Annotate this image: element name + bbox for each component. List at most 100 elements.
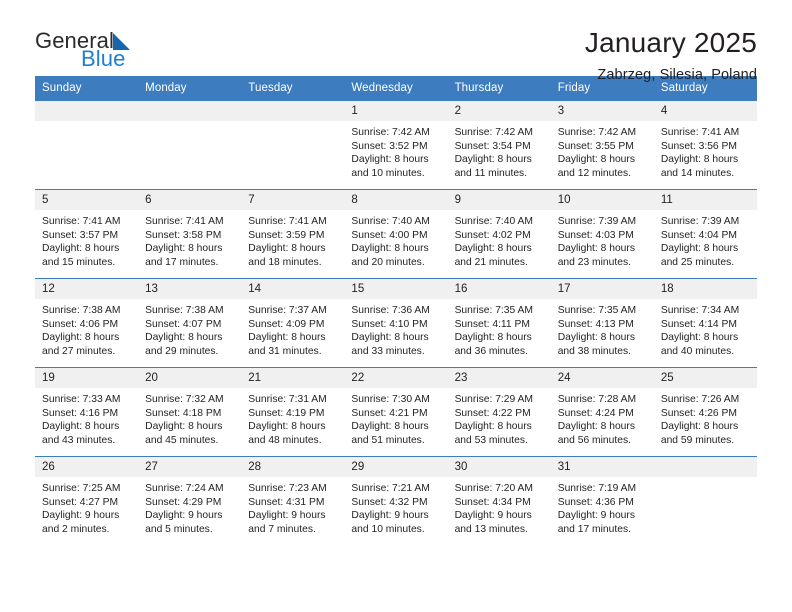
- day-details: Sunrise: 7:26 AM Sunset: 4:26 PM Daylight:…: [654, 388, 757, 447]
- calendar-day-cell[interactable]: 28 Sunrise: 7:23 AM Sunset: 4:31 PM Dayligh…: [241, 456, 345, 546]
- day-details: Sunrise: 7:36 AM Sunset: 4:10 PM Daylight:…: [344, 299, 447, 358]
- calendar-day-cell[interactable]: 7 Sunrise: 7:41 AM Sunset: 3:59 PM Daylight…: [241, 189, 345, 279]
- day-number: 2: [447, 101, 551, 121]
- daylight-text-line2: and 18 minutes.: [248, 256, 322, 268]
- calendar-day-cell[interactable]: 30 Sunrise: 7:20 AM Sunset: 4:34 PM Dayligh…: [447, 456, 551, 546]
- day-number: 6: [138, 190, 242, 210]
- daylight-text-line1: Daylight: 9 hours: [42, 510, 120, 522]
- day-number: 18: [653, 279, 757, 299]
- calendar-day-cell[interactable]: 3 Sunrise: 7:42 AM Sunset: 3:55 PM Daylight…: [550, 100, 654, 190]
- sunrise-text: Sunrise: 7:25 AM: [42, 483, 121, 494]
- sunrise-text: Sunrise: 7:42 AM: [557, 127, 637, 138]
- sunset-text: Sunset: 4:24 PM: [557, 407, 634, 419]
- daylight-text-line1: Daylight: 8 hours: [454, 243, 532, 255]
- daylight-text-line1: Daylight: 9 hours: [557, 510, 635, 522]
- sunset-text: Sunset: 4:26 PM: [660, 407, 737, 419]
- weekday-header-monday: Monday: [138, 76, 242, 101]
- calendar-day-cell[interactable]: 16 Sunrise: 7:35 AM Sunset: 4:11 PM Dayligh…: [447, 278, 551, 368]
- daylight-text-line1: Daylight: 8 hours: [145, 243, 223, 255]
- daylight-text-line2: and 43 minutes.: [42, 434, 116, 446]
- calendar-day-cell[interactable]: 4 Sunrise: 7:41 AM Sunset: 3:56 PM Daylight…: [653, 100, 757, 190]
- sunrise-text: Sunrise: 7:24 AM: [145, 483, 224, 494]
- calendar-day-cell[interactable]: 27 Sunrise: 7:24 AM Sunset: 4:29 PM Dayligh…: [138, 456, 242, 546]
- daylight-text-line1: Daylight: 8 hours: [660, 332, 739, 344]
- calendar-day-cell[interactable]: 20 Sunrise: 7:32 AM Sunset: 4:18 PM Dayligh…: [138, 367, 242, 457]
- sunset-text: Sunset: 4:34 PM: [454, 496, 531, 508]
- calendar-day-cell[interactable]: 5 Sunrise: 7:41 AM Sunset: 3:57 PM Daylight…: [35, 189, 139, 279]
- calendar-day-cell[interactable]: 10 Sunrise: 7:39 AM Sunset: 4:03 PM Dayligh…: [550, 189, 654, 279]
- calendar-day-cell-empty: [138, 100, 242, 190]
- sunset-text: Sunset: 4:18 PM: [145, 407, 222, 419]
- sunset-text: Sunset: 3:58 PM: [145, 229, 222, 241]
- calendar-day-cell[interactable]: 19 Sunrise: 7:33 AM Sunset: 4:16 PM Dayligh…: [35, 367, 139, 457]
- sunrise-text: Sunrise: 7:39 AM: [660, 216, 740, 227]
- page-header: General Blue January 2025 Zabrzeg, Siles…: [0, 0, 792, 83]
- calendar-day-cell[interactable]: 17 Sunrise: 7:35 AM Sunset: 4:13 PM Dayligh…: [550, 278, 654, 368]
- calendar-day-cell[interactable]: 1 Sunrise: 7:42 AM Sunset: 3:52 PM Daylight…: [344, 100, 448, 190]
- daylight-text-line2: and 17 minutes.: [557, 523, 631, 535]
- sunrise-text: Sunrise: 7:32 AM: [145, 394, 224, 405]
- calendar-week-row: 1 Sunrise: 7:42 AM Sunset: 3:52 PM Daylight…: [35, 100, 757, 190]
- sunset-text: Sunset: 4:14 PM: [660, 318, 737, 330]
- calendar-day-cell[interactable]: 6 Sunrise: 7:41 AM Sunset: 3:58 PM Daylight…: [138, 189, 242, 279]
- sunset-text: Sunset: 4:22 PM: [454, 407, 531, 419]
- calendar-day-cell[interactable]: 21 Sunrise: 7:31 AM Sunset: 4:19 PM Dayligh…: [241, 367, 345, 457]
- daylight-text-line2: and 25 minutes.: [660, 256, 735, 268]
- calendar-day-cell[interactable]: 11 Sunrise: 7:39 AM Sunset: 4:04 PM Dayligh…: [653, 189, 757, 279]
- sunrise-text: Sunrise: 7:20 AM: [454, 483, 533, 494]
- page-subtitle: Zabrzeg, Silesia, Poland: [597, 66, 757, 83]
- logo-text-blue: Blue: [81, 46, 126, 71]
- day-details: Sunrise: 7:42 AM Sunset: 3:54 PM Daylight:…: [448, 121, 551, 180]
- calendar-day-cell[interactable]: 29 Sunrise: 7:21 AM Sunset: 4:32 PM Dayligh…: [344, 456, 448, 546]
- day-number: 12: [35, 279, 139, 299]
- day-details: Sunrise: 7:34 AM Sunset: 4:14 PM Daylight:…: [654, 299, 757, 358]
- calendar-day-cell[interactable]: 12 Sunrise: 7:38 AM Sunset: 4:06 PM Dayligh…: [35, 278, 139, 368]
- day-number: 14: [241, 279, 345, 299]
- sunrise-text: Sunrise: 7:39 AM: [557, 216, 637, 227]
- daylight-text-line1: Daylight: 8 hours: [248, 243, 326, 255]
- day-details: Sunrise: 7:28 AM Sunset: 4:24 PM Daylight:…: [551, 388, 654, 447]
- calendar-day-cell[interactable]: 8 Sunrise: 7:40 AM Sunset: 4:00 PM Daylight…: [344, 189, 448, 279]
- day-number: [241, 101, 345, 121]
- sunset-text: Sunset: 3:59 PM: [248, 229, 325, 241]
- day-details: Sunrise: 7:41 AM Sunset: 3:58 PM Daylight:…: [138, 210, 241, 269]
- sunset-text: Sunset: 4:04 PM: [660, 229, 737, 241]
- sunset-text: Sunset: 4:32 PM: [351, 496, 428, 508]
- daylight-text-line2: and 27 minutes.: [42, 345, 116, 357]
- general-blue-logo[interactable]: General Blue: [35, 28, 165, 70]
- sunrise-text: Sunrise: 7:19 AM: [557, 483, 637, 494]
- daylight-text-line2: and 2 minutes.: [42, 523, 110, 535]
- calendar-day-cell[interactable]: 22 Sunrise: 7:30 AM Sunset: 4:21 PM Dayligh…: [344, 367, 448, 457]
- calendar-day-cell[interactable]: 24 Sunrise: 7:28 AM Sunset: 4:24 PM Dayligh…: [550, 367, 654, 457]
- sunset-text: Sunset: 4:16 PM: [42, 407, 119, 419]
- daylight-text-line1: Daylight: 9 hours: [351, 510, 429, 522]
- daylight-text-line2: and 13 minutes.: [454, 523, 528, 535]
- calendar-day-cell[interactable]: 25 Sunrise: 7:26 AM Sunset: 4:26 PM Dayligh…: [653, 367, 757, 457]
- calendar-day-cell[interactable]: 18 Sunrise: 7:34 AM Sunset: 4:14 PM Dayligh…: [653, 278, 757, 368]
- calendar-day-cell[interactable]: 31 Sunrise: 7:19 AM Sunset: 4:36 PM Dayligh…: [550, 456, 654, 546]
- daylight-text-line2: and 12 minutes.: [557, 167, 631, 179]
- day-details: Sunrise: 7:35 AM Sunset: 4:11 PM Daylight:…: [448, 299, 551, 358]
- sunrise-text: Sunrise: 7:37 AM: [248, 305, 327, 316]
- calendar-day-cell[interactable]: 26 Sunrise: 7:25 AM Sunset: 4:27 PM Dayligh…: [35, 456, 139, 546]
- page-title: January 2025: [584, 27, 757, 58]
- day-number: 11: [653, 190, 757, 210]
- day-number: 19: [35, 368, 139, 388]
- day-number: 4: [653, 101, 757, 121]
- sunrise-text: Sunrise: 7:41 AM: [145, 216, 224, 227]
- sunset-text: Sunset: 4:09 PM: [248, 318, 325, 330]
- calendar-day-cell[interactable]: 13 Sunrise: 7:38 AM Sunset: 4:07 PM Dayligh…: [138, 278, 242, 368]
- day-details: Sunrise: 7:40 AM Sunset: 4:02 PM Daylight:…: [448, 210, 551, 269]
- day-number: 22: [344, 368, 448, 388]
- calendar-day-cell[interactable]: 14 Sunrise: 7:37 AM Sunset: 4:09 PM Dayligh…: [241, 278, 345, 368]
- daylight-text-line2: and 20 minutes.: [351, 256, 425, 268]
- day-details: Sunrise: 7:29 AM Sunset: 4:22 PM Daylight:…: [448, 388, 551, 447]
- calendar-day-cell[interactable]: 2 Sunrise: 7:42 AM Sunset: 3:54 PM Daylight…: [447, 100, 551, 190]
- calendar-day-cell[interactable]: 9 Sunrise: 7:40 AM Sunset: 4:02 PM Daylight…: [447, 189, 551, 279]
- calendar-day-cell-empty: [241, 100, 345, 190]
- day-details: Sunrise: 7:19 AM Sunset: 4:36 PM Daylight:…: [551, 477, 654, 536]
- calendar-day-cell[interactable]: 15 Sunrise: 7:36 AM Sunset: 4:10 PM Dayligh…: [344, 278, 448, 368]
- sunset-text: Sunset: 3:56 PM: [660, 140, 737, 152]
- day-number: 10: [550, 190, 654, 210]
- calendar-day-cell[interactable]: 23 Sunrise: 7:29 AM Sunset: 4:22 PM Dayligh…: [447, 367, 551, 457]
